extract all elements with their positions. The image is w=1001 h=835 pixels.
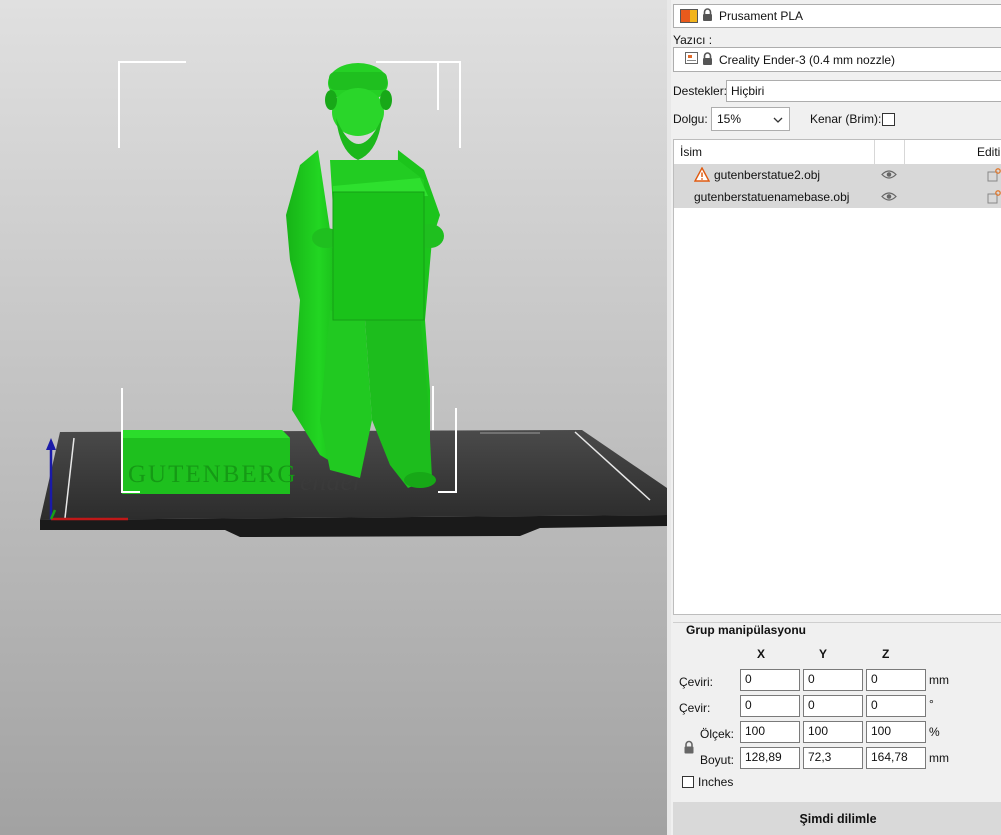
translate-unit: mm [929, 673, 949, 687]
inches-checkbox[interactable] [682, 776, 694, 788]
name-base-model[interactable]: GUTENBERG [122, 430, 297, 494]
settings-edit-icon[interactable] [987, 168, 1001, 185]
rotate-x-field[interactable]: 0 [740, 695, 800, 717]
rotate-y-field[interactable]: 0 [803, 695, 863, 717]
rotate-label: Çevir: [679, 701, 711, 715]
size-z-field[interactable]: 164,78 [866, 747, 926, 769]
translate-label: Çeviri: [679, 675, 714, 689]
printer-label: Yazıcı : [673, 33, 713, 47]
scale-unit: % [929, 725, 940, 739]
object-list[interactable]: İsim Editi gutenberstatue2.obj gutenbers… [673, 139, 1001, 615]
lock-icon [702, 8, 713, 24]
settings-edit-icon[interactable] [987, 190, 1001, 207]
brim-checkbox[interactable] [882, 113, 895, 126]
printer-name: Creality Ender-3 (0.4 mm nozzle) [719, 52, 896, 67]
column-edit-header[interactable]: Editi [977, 145, 1000, 159]
printer-icon [685, 52, 698, 67]
infill-combo[interactable]: 15% [711, 107, 790, 131]
filament-name: Prusament PLA [719, 9, 804, 23]
infill-label: Dolgu: [673, 112, 708, 126]
warning-icon [693, 166, 711, 185]
scale-x-field[interactable]: 100 [740, 721, 800, 743]
scale-lock-icon[interactable] [683, 740, 695, 757]
settings-panel: Prusament PLA Yazıcı : Creality Ender-3 … [671, 0, 1001, 835]
rotate-unit: ° [929, 697, 934, 711]
slice-now-button[interactable]: Şimdi dilimle [673, 802, 1001, 835]
printer-combo[interactable]: Creality Ender-3 (0.4 mm nozzle) [673, 47, 1001, 72]
object-name: gutenberstatuenamebase.obj [694, 190, 850, 204]
translate-x-field[interactable]: 0 [740, 669, 800, 691]
column-name-header[interactable]: İsim [680, 145, 702, 159]
size-unit: mm [929, 751, 949, 765]
supports-label: Destekler: [673, 84, 728, 98]
axis-z-label: Z [882, 647, 890, 661]
object-name: gutenberstatue2.obj [714, 168, 821, 182]
scale-label: Ölçek: [700, 727, 735, 741]
filament-color-swatch [680, 9, 698, 23]
size-y-field[interactable]: 72,3 [803, 747, 863, 769]
scale-y-field[interactable]: 100 [803, 721, 863, 743]
group-manipulation: Grup manipülasyonu X Y Z Çeviri: 0 0 0 m… [673, 622, 1001, 799]
scale-z-field[interactable]: 100 [866, 721, 926, 743]
axis-x-label: X [757, 647, 766, 661]
eye-icon[interactable] [881, 191, 897, 205]
filament-combo[interactable]: Prusament PLA [673, 4, 1001, 28]
size-label: Boyut: [700, 753, 735, 767]
base-engraved-text: GUTENBERG [128, 461, 297, 488]
object-list-header: İsim Editi [674, 140, 1001, 165]
size-x-field[interactable]: 128,89 [740, 747, 800, 769]
3d-viewport[interactable]: ender GUTENBERG [0, 0, 667, 835]
group-title: Grup manipülasyonu [684, 623, 809, 637]
axis-y-label: Y [819, 647, 828, 661]
list-item[interactable]: gutenberstatue2.obj [674, 164, 1001, 186]
chevron-down-icon [773, 112, 783, 126]
rotate-z-field[interactable]: 0 [866, 695, 926, 717]
supports-value: Hiçbiri [731, 84, 765, 98]
statue-model[interactable] [286, 63, 444, 488]
infill-value: 15% [717, 112, 742, 126]
lock-icon [702, 51, 713, 68]
translate-y-field[interactable]: 0 [803, 669, 863, 691]
list-item[interactable]: gutenberstatuenamebase.obj [674, 186, 1001, 208]
supports-combo[interactable]: Hiçbiri [726, 80, 1001, 102]
inches-label: Inches [698, 775, 734, 789]
brim-label: Kenar (Brim): [810, 112, 882, 126]
translate-z-field[interactable]: 0 [866, 669, 926, 691]
eye-icon[interactable] [881, 169, 897, 183]
